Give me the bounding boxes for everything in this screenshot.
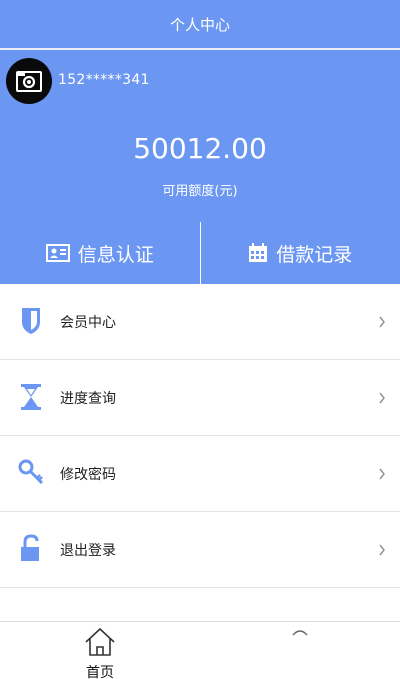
tab-home[interactable]: 首页 bbox=[0, 622, 200, 679]
info-verify-button[interactable]: 信息认证 bbox=[0, 222, 200, 284]
loan-records-label: 借款记录 bbox=[276, 243, 353, 266]
menu-list: 会员中心 进度查询 修改密码 退出登录 bbox=[0, 284, 400, 588]
menu-item-change-password[interactable]: 修改密码 bbox=[0, 436, 400, 512]
top-header: 个人中心 bbox=[0, 0, 400, 50]
page-title: 个人中心 bbox=[169, 15, 230, 34]
user-phone: 152*****341 bbox=[58, 72, 150, 88]
shield-icon bbox=[22, 308, 40, 334]
available-amount-label: 可用额度(元) bbox=[162, 184, 238, 199]
loan-records-button[interactable]: 借款记录 bbox=[199, 222, 400, 284]
info-verify-label: 信息认证 bbox=[77, 243, 154, 266]
id-card-icon bbox=[45, 244, 70, 262]
tab-profile[interactable] bbox=[200, 622, 400, 679]
chevron-right-icon bbox=[379, 392, 385, 403]
quick-actions: 信息认证 借款记录 bbox=[0, 222, 400, 284]
hourglass-icon bbox=[21, 384, 41, 410]
user-icon bbox=[292, 630, 308, 636]
menu-item-logout[interactable]: 退出登录 bbox=[0, 512, 400, 588]
chevron-right-icon bbox=[379, 468, 385, 479]
chevron-right-icon bbox=[379, 316, 385, 327]
menu-item-member-center[interactable]: 会员中心 bbox=[0, 284, 400, 360]
unlock-icon bbox=[21, 534, 39, 561]
profile-hero: 152*****341 50012.00 可用额度(元) 信息认证 借款记录 bbox=[0, 50, 400, 284]
home-icon bbox=[85, 627, 115, 656]
avatar[interactable] bbox=[6, 58, 52, 104]
calendar-icon bbox=[249, 243, 268, 262]
camera-icon bbox=[16, 71, 42, 92]
menu-label: 修改密码 bbox=[60, 466, 116, 483]
tab-home-label: 首页 bbox=[86, 665, 114, 679]
key-icon bbox=[18, 459, 44, 485]
chevron-right-icon bbox=[379, 544, 385, 555]
bottom-tabbar: 首页 bbox=[0, 621, 400, 679]
menu-item-progress-query[interactable]: 进度查询 bbox=[0, 360, 400, 436]
available-amount: 50012.00 bbox=[133, 132, 267, 165]
menu-label: 进度查询 bbox=[60, 390, 116, 407]
menu-label: 会员中心 bbox=[60, 314, 116, 331]
menu-label: 退出登录 bbox=[60, 542, 116, 559]
